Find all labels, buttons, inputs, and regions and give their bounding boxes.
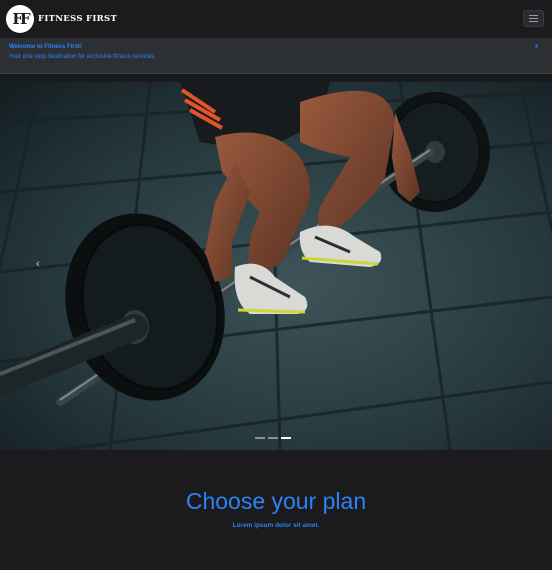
alert-close-button[interactable]: X bbox=[535, 44, 538, 50]
chevron-left-icon: ‹ bbox=[36, 258, 40, 270]
brand-logo: FF bbox=[6, 5, 34, 33]
carousel-prev-button[interactable]: ‹ bbox=[36, 258, 40, 270]
navbar-toggler-button[interactable] bbox=[523, 10, 544, 27]
brand-link[interactable]: FF FITNESS FIRST bbox=[6, 5, 117, 33]
svg-text:FF: FF bbox=[12, 10, 31, 28]
navbar: FF FITNESS FIRST bbox=[0, 0, 552, 38]
plans-subtitle: Lorem ipsum dolor sit amet. bbox=[232, 522, 320, 529]
ff-logo-icon: FF bbox=[12, 10, 31, 28]
alert-subtitle: Your one stop destination for exclusive … bbox=[9, 54, 156, 60]
carousel-indicator[interactable] bbox=[268, 437, 278, 439]
alert-title: Welcome to Fitness First! bbox=[9, 44, 82, 50]
hero-carousel bbox=[0, 82, 552, 450]
welcome-alert: Welcome to Fitness First! Your one stop … bbox=[0, 38, 552, 74]
plans-title: Choose your plan bbox=[185, 488, 367, 514]
carousel-indicator[interactable] bbox=[255, 437, 265, 439]
carousel-indicator-active[interactable] bbox=[281, 437, 291, 439]
brand-name: FITNESS FIRST bbox=[38, 14, 118, 24]
page: FF FITNESS FIRST Welcome to Fitness Firs… bbox=[0, 0, 552, 570]
hamburger-icon bbox=[529, 15, 538, 16]
carousel-indicators bbox=[255, 437, 291, 439]
carousel-slide-image bbox=[0, 82, 552, 450]
